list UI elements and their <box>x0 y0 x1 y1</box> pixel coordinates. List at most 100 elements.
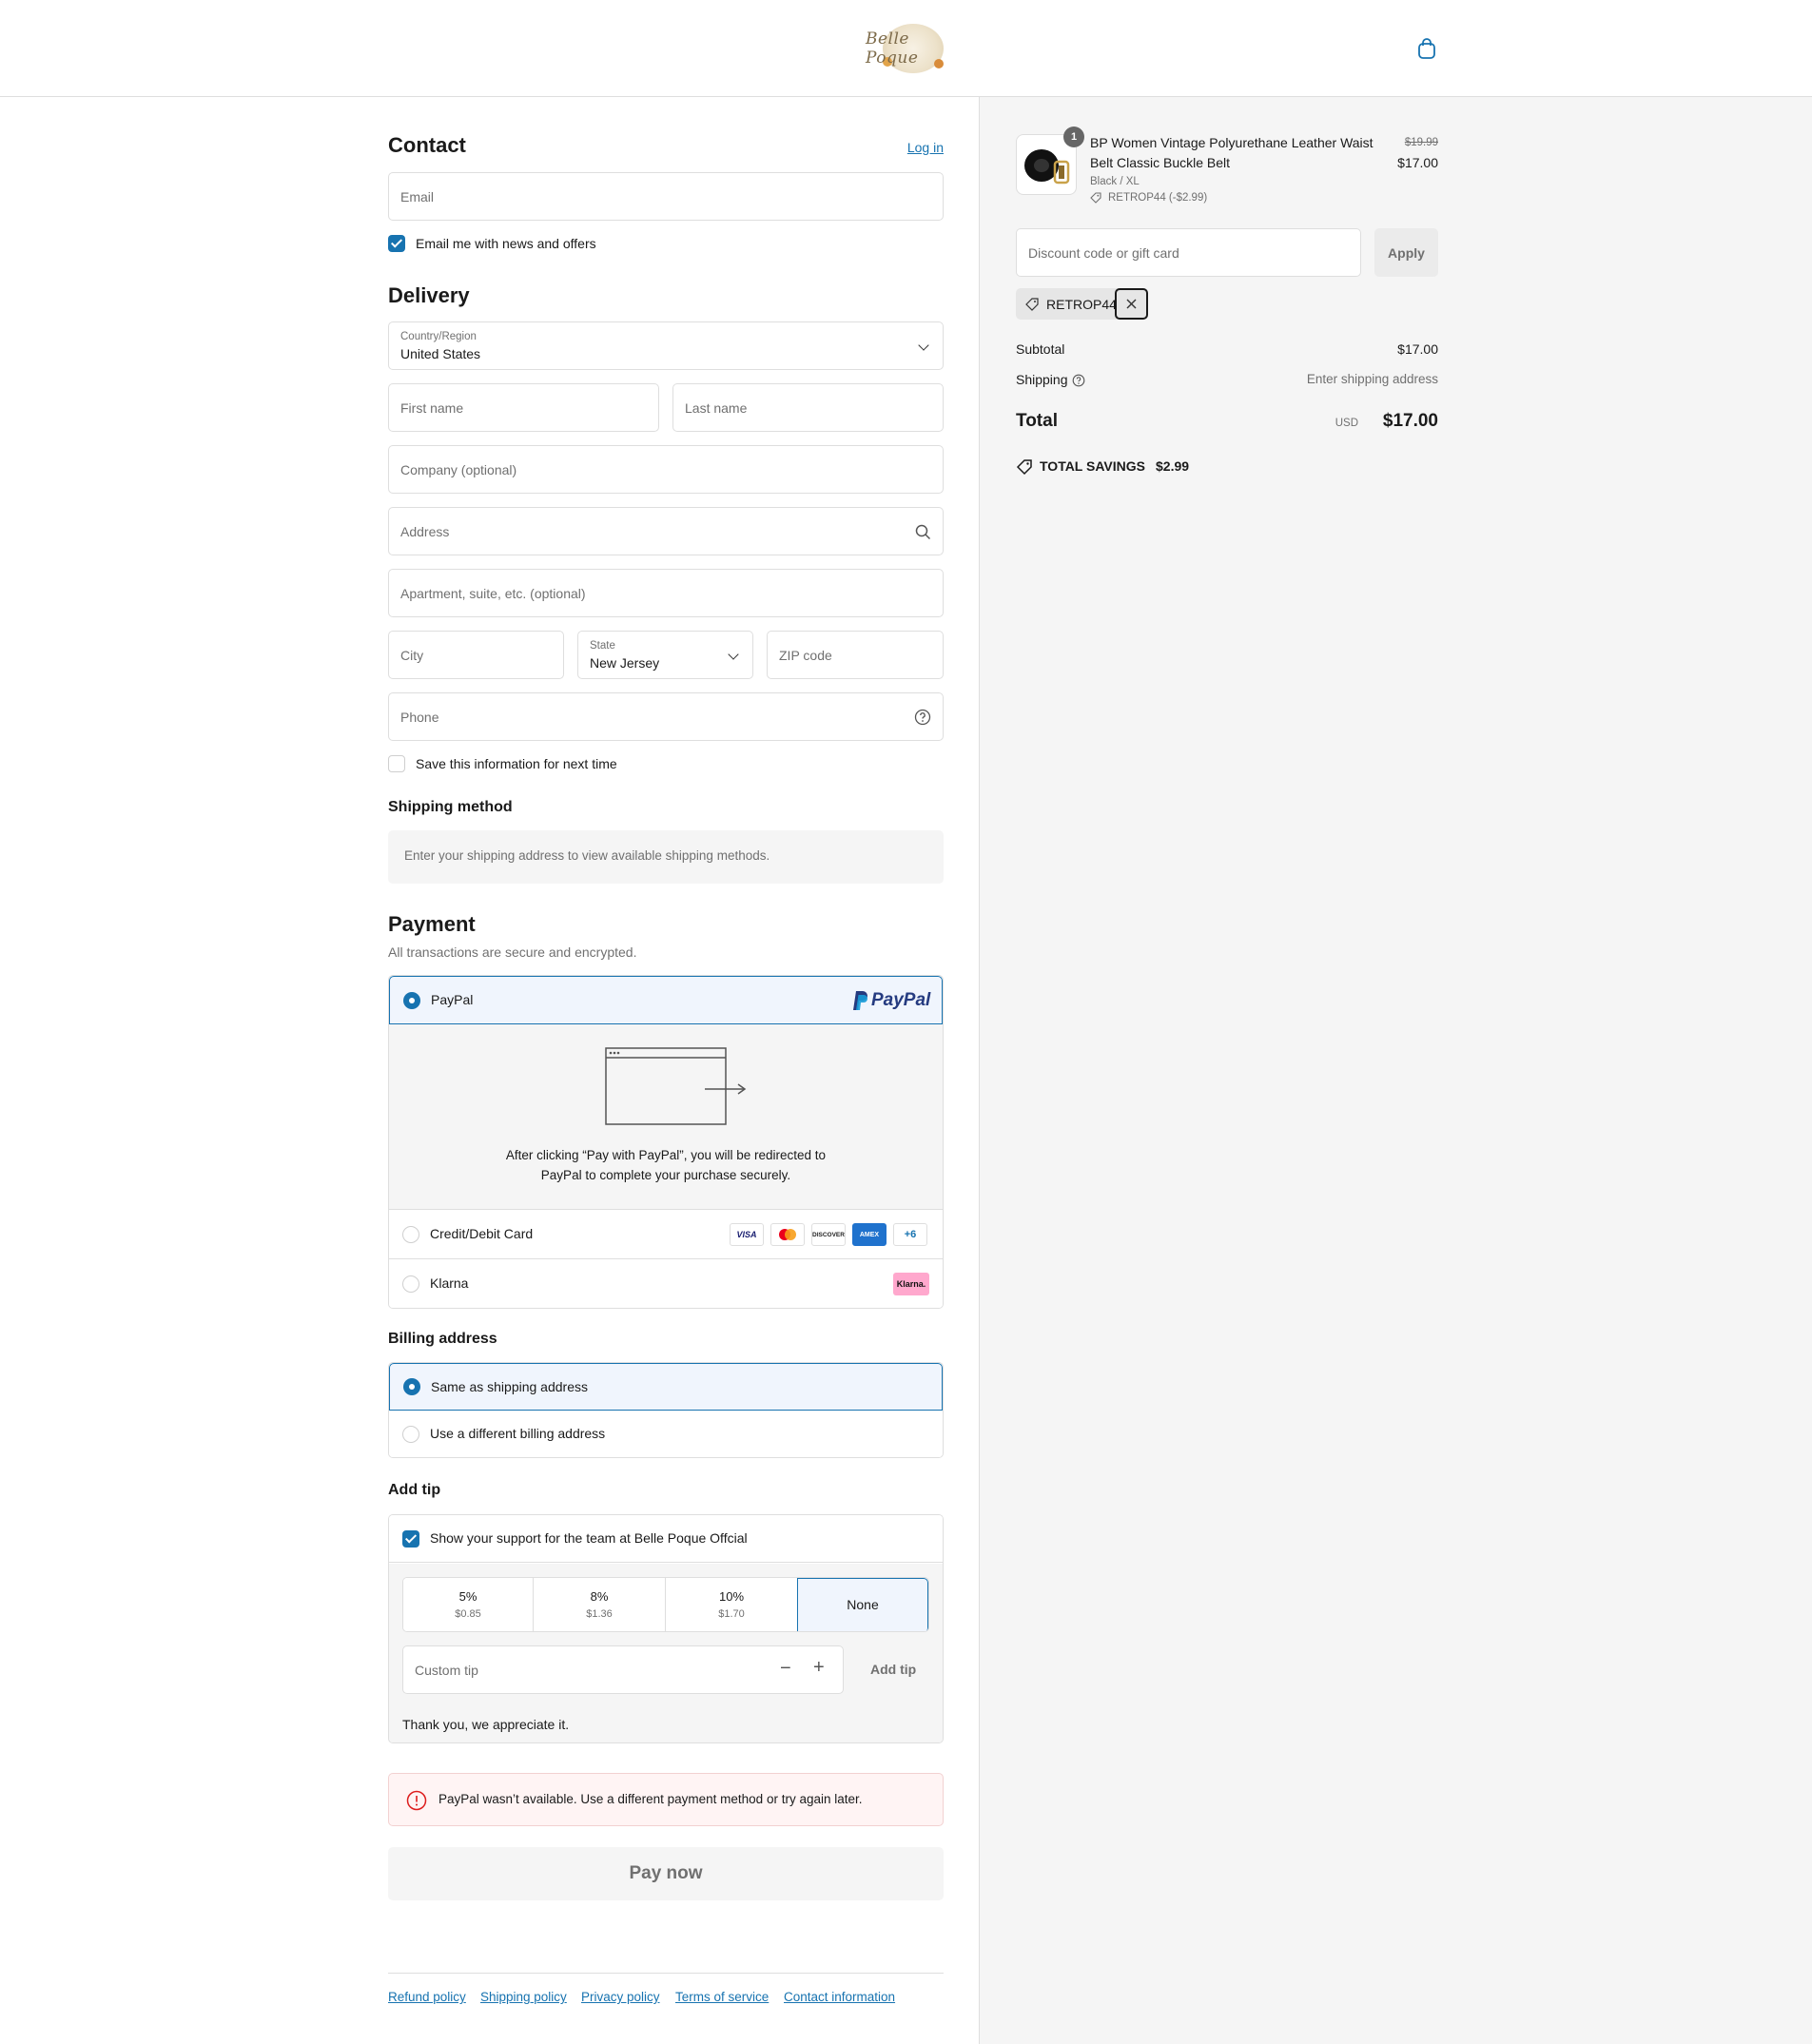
paypal-label: PayPal <box>431 992 474 1007</box>
last-name-field[interactable]: Last name <box>672 383 944 432</box>
shipping-method-title: Shipping method <box>388 799 513 815</box>
card-logos: VISA DISCOVER AMEX +6 <box>730 1223 929 1246</box>
paypal-radio[interactable] <box>403 992 420 1009</box>
news-checkbox-label: Email me with news and offers <box>416 236 596 251</box>
minus-icon[interactable]: − <box>780 1658 791 1680</box>
tip-option-percent: 10% <box>718 1589 745 1604</box>
billing-different-option[interactable]: Use a different billing address <box>389 1411 943 1457</box>
tip-title: Add tip <box>388 1482 441 1498</box>
terms-of-service-link[interactable]: Terms of service <box>675 1990 769 2004</box>
tip-support-checkbox[interactable] <box>402 1530 419 1548</box>
refund-policy-link[interactable]: Refund policy <box>388 1990 466 2004</box>
tip-box: Show your support for the team at Belle … <box>388 1514 944 1743</box>
product-name-line2: Belt Classic Buckle Belt <box>1090 155 1231 170</box>
bag-icon[interactable] <box>1417 38 1436 59</box>
belt-image <box>1024 149 1070 185</box>
paypal-note: After clicking “Pay with PayPal”, you wi… <box>505 1148 827 1182</box>
logo-text: Belle Poque <box>866 29 919 68</box>
zip-placeholder: ZIP code <box>779 648 832 663</box>
email-field[interactable]: Email <box>388 172 944 221</box>
help-icon[interactable] <box>914 709 931 726</box>
shipping-method-box: Enter your shipping address to view avai… <box>388 830 944 884</box>
shipping-policy-link[interactable]: Shipping policy <box>480 1990 567 2004</box>
contact-information-link[interactable]: Contact information <box>784 1990 895 2004</box>
first-name-field[interactable]: First name <box>388 383 659 432</box>
tip-option-none[interactable]: None <box>797 1578 928 1631</box>
quantity-badge: 1 <box>1063 127 1084 147</box>
tip-option-8[interactable]: 8% $1.36 <box>534 1578 666 1631</box>
klarna-option[interactable]: Klarna Klarna. <box>389 1260 943 1308</box>
brand-logo[interactable]: Belle Poque <box>866 21 961 76</box>
chevron-down-icon <box>918 340 929 351</box>
discount-code-field[interactable]: Discount code or gift card <box>1016 228 1361 277</box>
payment-methods: PayPal PayPal After clicking “Pay with P… <box>388 975 944 1309</box>
card-option[interactable]: Credit/Debit Card VISA DISCOVER AMEX +6 <box>389 1211 943 1259</box>
address-field[interactable]: Address <box>388 507 944 555</box>
save-info-checkbox[interactable] <box>388 755 405 772</box>
city-placeholder: City <box>400 648 424 663</box>
country-select[interactable]: Country/Region United States <box>388 321 944 370</box>
discover-icon: DISCOVER <box>811 1223 846 1246</box>
tip-option-amount: $1.36 <box>586 1608 613 1620</box>
discount-tag-icon <box>1025 298 1039 311</box>
header: Belle Poque <box>0 0 1812 97</box>
paypal-logo: PayPal <box>871 990 931 1010</box>
state-value: New Jersey <box>590 655 660 671</box>
product-thumbnail: 1 <box>1016 127 1084 195</box>
plus-icon[interactable]: + <box>813 1657 825 1679</box>
zip-field[interactable]: ZIP code <box>767 631 944 679</box>
address-placeholder: Address <box>400 524 450 539</box>
tip-option-5[interactable]: 5% $0.85 <box>403 1578 534 1631</box>
billing-different-radio[interactable] <box>402 1426 419 1443</box>
contact-title: Contact <box>388 133 466 157</box>
tip-option-10[interactable]: 10% $1.70 <box>666 1578 797 1631</box>
shipping-method-message: Enter your shipping address to view avai… <box>404 848 770 863</box>
add-tip-button[interactable]: Add tip <box>870 1662 916 1677</box>
discount-code-placeholder: Discount code or gift card <box>1028 245 1179 261</box>
news-checkbox[interactable] <box>388 235 405 252</box>
state-select[interactable]: State New Jersey <box>577 631 753 679</box>
paypal-option[interactable]: PayPal PayPal <box>389 976 943 1024</box>
pay-now-button[interactable]: Pay now <box>388 1847 944 1900</box>
city-field[interactable]: City <box>388 631 564 679</box>
tip-option-percent: 5% <box>458 1589 477 1604</box>
billing-same-option[interactable]: Same as shipping address <box>389 1363 943 1411</box>
redirect-window-icon <box>605 1047 747 1125</box>
privacy-policy-link[interactable]: Privacy policy <box>581 1990 660 2004</box>
tip-option-amount: $1.70 <box>718 1608 745 1620</box>
login-link[interactable]: Log in <box>907 140 944 155</box>
first-name-placeholder: First name <box>400 400 464 416</box>
mastercard-icon <box>770 1223 805 1246</box>
country-label: Country/Region <box>400 331 477 342</box>
shipping-label: Shipping <box>1016 372 1068 387</box>
help-icon[interactable] <box>1072 374 1085 387</box>
custom-tip-field[interactable]: Custom tip − + <box>402 1645 844 1694</box>
applied-code-chip: RETROP44 <box>1016 288 1148 320</box>
custom-tip-placeholder: Custom tip <box>415 1663 478 1678</box>
close-icon <box>1126 299 1137 309</box>
company-field[interactable]: Company (optional) <box>388 445 944 494</box>
email-placeholder: Email <box>400 189 435 204</box>
footer-divider <box>388 1973 944 1974</box>
apply-button[interactable]: Apply <box>1374 228 1438 277</box>
more-cards-badge: +6 <box>893 1223 927 1246</box>
product-original-price: $19.99 <box>1404 137 1438 148</box>
product-variant: Black / XL <box>1090 176 1140 187</box>
delivery-title: Delivery <box>388 283 470 307</box>
phone-field[interactable]: Phone <box>388 692 944 741</box>
search-icon <box>915 524 931 540</box>
state-label: State <box>590 640 615 652</box>
apartment-field[interactable]: Apartment, suite, etc. (optional) <box>388 569 944 617</box>
product-price: $17.00 <box>1397 155 1438 170</box>
tip-thanks: Thank you, we appreciate it. <box>402 1717 570 1732</box>
klarna-radio[interactable] <box>402 1275 419 1293</box>
savings-tag-icon <box>1016 459 1032 476</box>
tip-support-label: Show your support for the team at Belle … <box>430 1530 748 1546</box>
order-summary: 1 BP Women Vintage Polyurethane Leather … <box>1016 97 1438 496</box>
card-radio[interactable] <box>402 1226 419 1243</box>
billing-same-radio[interactable] <box>403 1378 420 1395</box>
remove-code-button[interactable] <box>1115 288 1148 320</box>
footer-links: Refund policy Shipping policy Privacy po… <box>388 1990 944 2009</box>
total-savings-value: $2.99 <box>1156 458 1190 474</box>
chevron-down-icon <box>728 649 739 660</box>
